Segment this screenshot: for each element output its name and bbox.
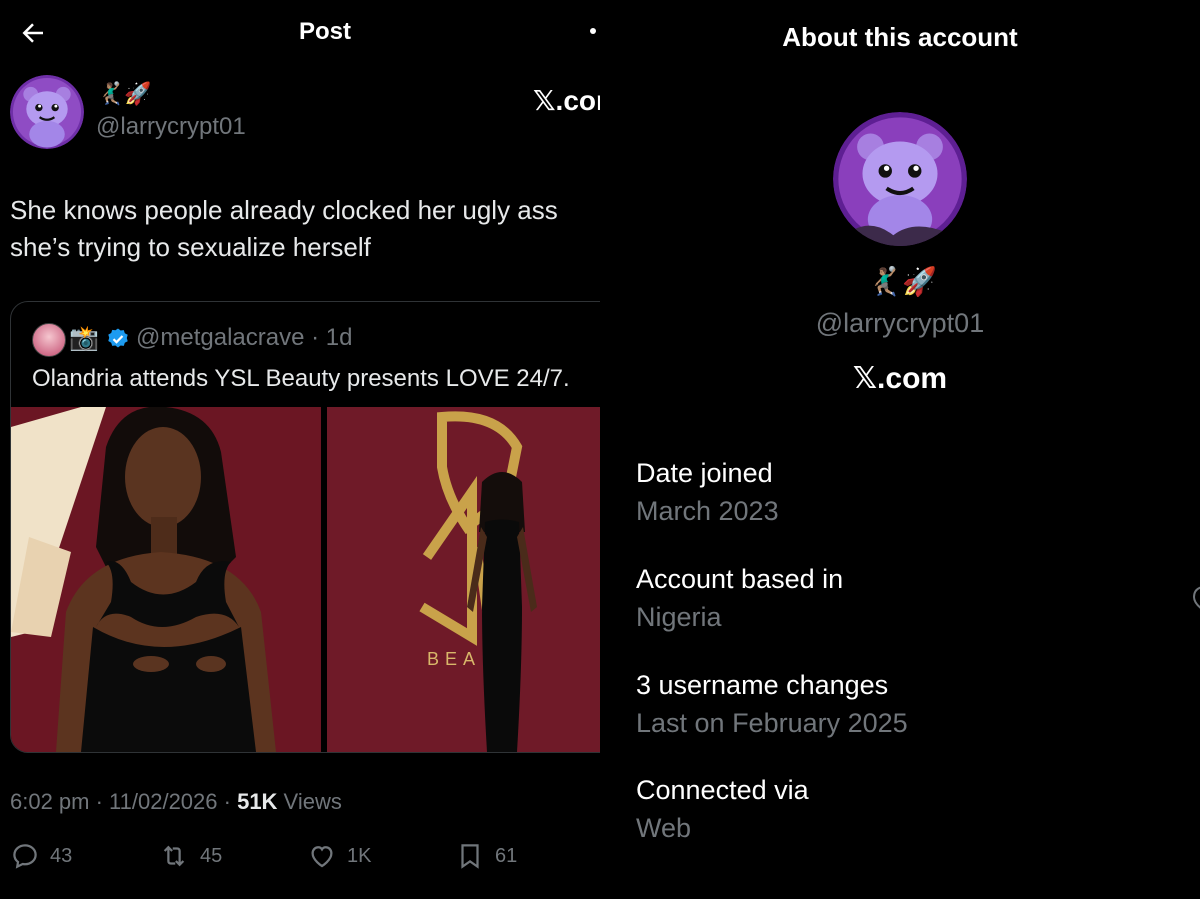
about-platform: 𝕏.com <box>852 362 948 395</box>
bookmark-button[interactable]: 61 <box>455 841 517 871</box>
quoted-text: Olandria attends YSL Beauty presents LOV… <box>32 365 570 392</box>
shield-icon <box>1192 586 1200 609</box>
display-name[interactable]: 🤾🏽‍♂️🚀 <box>97 80 152 108</box>
tweet-meta: 6:02 pm · 11/02/2026 · 51K Views <box>10 789 342 815</box>
bookmark-icon <box>461 844 479 869</box>
media-photo-1[interactable] <box>11 407 321 752</box>
tweet-text-line: she’s trying to sexualize herself <box>10 232 371 262</box>
quoted-handle[interactable]: @metgalacrave · 1d <box>136 324 352 352</box>
reply-icon <box>13 844 37 869</box>
info-label: Connected via <box>636 775 809 805</box>
info-value: March 2023 <box>636 496 779 526</box>
bookmark-count: 61 <box>495 844 518 867</box>
repost-icon <box>163 845 185 867</box>
tweet-text: She knows people already clocked her ugl… <box>10 192 600 266</box>
info-row-date-joined: Date joined March 2023 <box>600 458 1200 538</box>
quoted-media[interactable]: BEA <box>11 407 600 752</box>
about-handle: @larrycrypt01 <box>815 308 985 338</box>
repost-button[interactable]: 45 <box>158 841 222 871</box>
banner-text: BEA <box>427 649 481 669</box>
views-label: Views <box>277 789 342 814</box>
calendar-icon <box>600 472 610 502</box>
location-icon <box>600 578 610 608</box>
about-title: About this account <box>782 22 1018 52</box>
verified-badge-icon <box>108 328 128 348</box>
history-icon <box>600 684 610 714</box>
info-label: Account based in <box>636 564 844 594</box>
page-title: Post <box>298 18 351 45</box>
avatar-large <box>833 112 967 246</box>
info-row-connected-via: Connected via Web <box>600 775 1200 855</box>
author-handle[interactable]: @larrycrypt01 <box>96 113 246 141</box>
info-row-location: Account based in Nigeria <box>600 564 1200 644</box>
quoted-avatar[interactable] <box>32 323 66 357</box>
info-row-username-changes: 3 username changes Last on February 2025 <box>600 670 1200 750</box>
action-bar: 43 45 1K 61 <box>10 841 600 875</box>
like-icon <box>311 846 333 868</box>
views-count: 51K <box>237 789 278 814</box>
tweet-text-line: She knows people already clocked her ugl… <box>10 195 558 225</box>
about-panel: About this account 🤾🏽‍♂️🚀 @larrycrypt01 … <box>600 0 1200 899</box>
info-label: Date joined <box>636 458 773 488</box>
info-value: Web <box>636 813 692 843</box>
reply-button[interactable]: 43 <box>10 841 72 871</box>
info-label: 3 username changes <box>636 670 889 700</box>
like-count: 1K <box>347 844 372 867</box>
quoted-tweet-card[interactable]: 📸 @metgalacrave · 1d Olandria attends YS… <box>10 301 600 753</box>
info-value: Last on February 2025 <box>636 708 908 738</box>
info-value: Nigeria <box>636 602 722 632</box>
platform-label: 𝕏.com <box>533 85 600 116</box>
more-dot-icon[interactable] <box>590 28 596 34</box>
post-panel: Post 🤾🏽‍♂️🚀 @larrycrypt01 𝕏.com She know… <box>0 0 600 899</box>
globe-icon <box>600 789 610 819</box>
like-button[interactable]: 1K <box>307 841 371 871</box>
media-photo-2[interactable]: BEA <box>327 407 600 752</box>
avatar[interactable] <box>10 75 84 149</box>
timestamp[interactable]: 6:02 pm · 11/02/2026 · <box>10 789 237 814</box>
about-display-name: 🤾🏽‍♂️🚀 <box>867 266 937 297</box>
camera-emoji: 📸 <box>69 325 99 352</box>
repost-count: 45 <box>200 844 223 867</box>
reply-count: 43 <box>50 844 73 867</box>
